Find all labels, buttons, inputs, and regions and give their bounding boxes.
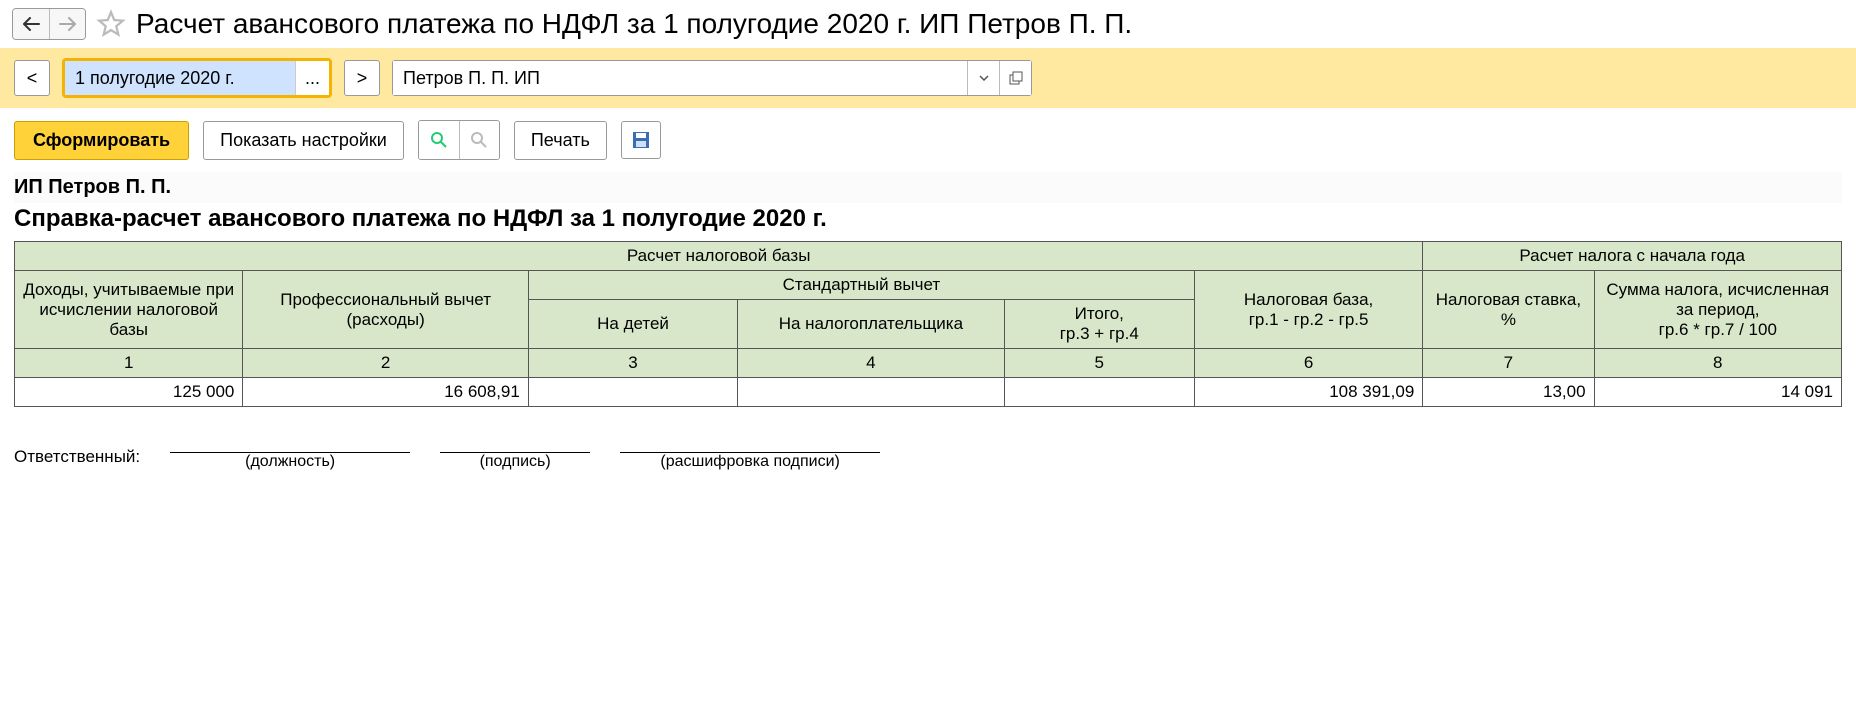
cell-6: 108 391,09 [1194, 378, 1422, 407]
sign-signature-slot: (подпись) [440, 452, 590, 471]
sign-post-slot: (должность) [170, 452, 410, 471]
period-picker-button[interactable]: ... [295, 61, 329, 95]
cell-7: 13,00 [1423, 378, 1594, 407]
period-input[interactable] [65, 61, 295, 95]
favorite-star-icon[interactable] [96, 9, 126, 39]
cell-5 [1004, 378, 1194, 407]
responsible-label: Ответственный: [14, 447, 140, 471]
search-icon [430, 131, 448, 149]
floppy-disk-icon [632, 131, 650, 149]
colnum-8: 8 [1594, 349, 1841, 378]
colnum-5: 5 [1004, 349, 1194, 378]
search-refresh-icon [470, 131, 488, 149]
organization-field [392, 60, 1032, 96]
arrow-left-icon [22, 17, 40, 31]
forward-button[interactable] [49, 9, 85, 39]
sign-decipher-slot: (расшифровка подписи) [620, 452, 880, 471]
nav-group [12, 8, 86, 40]
cell-8: 14 091 [1594, 378, 1841, 407]
search-group [418, 120, 500, 160]
organization-input[interactable] [393, 61, 967, 95]
title-bar: Расчет авансового платежа по НДФЛ за 1 п… [0, 0, 1856, 48]
col-1-header: Доходы, учитываемые при исчислении налог… [15, 271, 243, 349]
sign-caption-decipher: (расшифровка подписи) [660, 453, 839, 471]
col-4-header: На налогоплательщика [738, 300, 1004, 349]
save-button[interactable] [621, 121, 661, 159]
group-tax-year: Расчет налога с начала года [1423, 242, 1842, 271]
colnum-7: 7 [1423, 349, 1594, 378]
find-next-button[interactable] [459, 121, 499, 159]
signature-row: Ответственный: (должность) (подпись) (ра… [14, 447, 1842, 471]
back-button[interactable] [13, 9, 49, 39]
colnum-3: 3 [528, 349, 737, 378]
toolbar: Сформировать Показать настройки Печать [0, 108, 1856, 172]
period-field: ... [62, 58, 332, 98]
period-prev-button[interactable]: < [14, 60, 50, 96]
caret-down-icon [979, 75, 989, 81]
open-window-icon [1009, 71, 1023, 85]
period-next-button[interactable]: > [344, 60, 380, 96]
col-7-header: Налоговая ставка, % [1423, 271, 1594, 349]
find-button[interactable] [419, 121, 459, 159]
page-title: Расчет авансового платежа по НДФЛ за 1 п… [136, 8, 1132, 40]
show-settings-button[interactable]: Показать настройки [203, 121, 404, 160]
cell-4 [738, 378, 1004, 407]
std-deduction-group: Стандартный вычет [528, 271, 1194, 300]
print-button[interactable]: Печать [514, 121, 607, 160]
report-area: ИП Петров П. П. Справка-расчет авансовог… [0, 172, 1856, 491]
col-8-header: Сумма налога, исчисленная за период, гр.… [1594, 271, 1841, 349]
arrow-right-icon [59, 17, 77, 31]
sign-caption-post: (должность) [245, 453, 335, 471]
cell-3 [528, 378, 737, 407]
cell-1: 125 000 [15, 378, 243, 407]
colnum-4: 4 [738, 349, 1004, 378]
colnum-6: 6 [1194, 349, 1422, 378]
col-5-header: Итого, гр.3 + гр.4 [1004, 300, 1194, 349]
report-table: Расчет налоговой базы Расчет налога с на… [14, 241, 1842, 407]
col-6-header: Налоговая база, гр.1 - гр.2 - гр.5 [1194, 271, 1422, 349]
cell-2: 16 608,91 [243, 378, 528, 407]
col-2-header: Профессиональный вычет (расходы) [243, 271, 528, 349]
table-row: 125 000 16 608,91 108 391,09 13,00 14 09… [15, 378, 1842, 407]
organization-open-button[interactable] [999, 61, 1031, 95]
colnum-2: 2 [243, 349, 528, 378]
sign-caption-signature: (подпись) [480, 453, 551, 471]
organization-dropdown-button[interactable] [967, 61, 999, 95]
generate-button[interactable]: Сформировать [14, 121, 189, 160]
colnum-1: 1 [15, 349, 243, 378]
report-heading: Справка-расчет авансового платежа по НДФ… [14, 203, 1842, 241]
report-org-name: ИП Петров П. П. [14, 172, 1842, 203]
col-3-header: На детей [528, 300, 737, 349]
group-tax-base: Расчет налоговой базы [15, 242, 1423, 271]
filter-bar: < ... > [0, 48, 1856, 108]
